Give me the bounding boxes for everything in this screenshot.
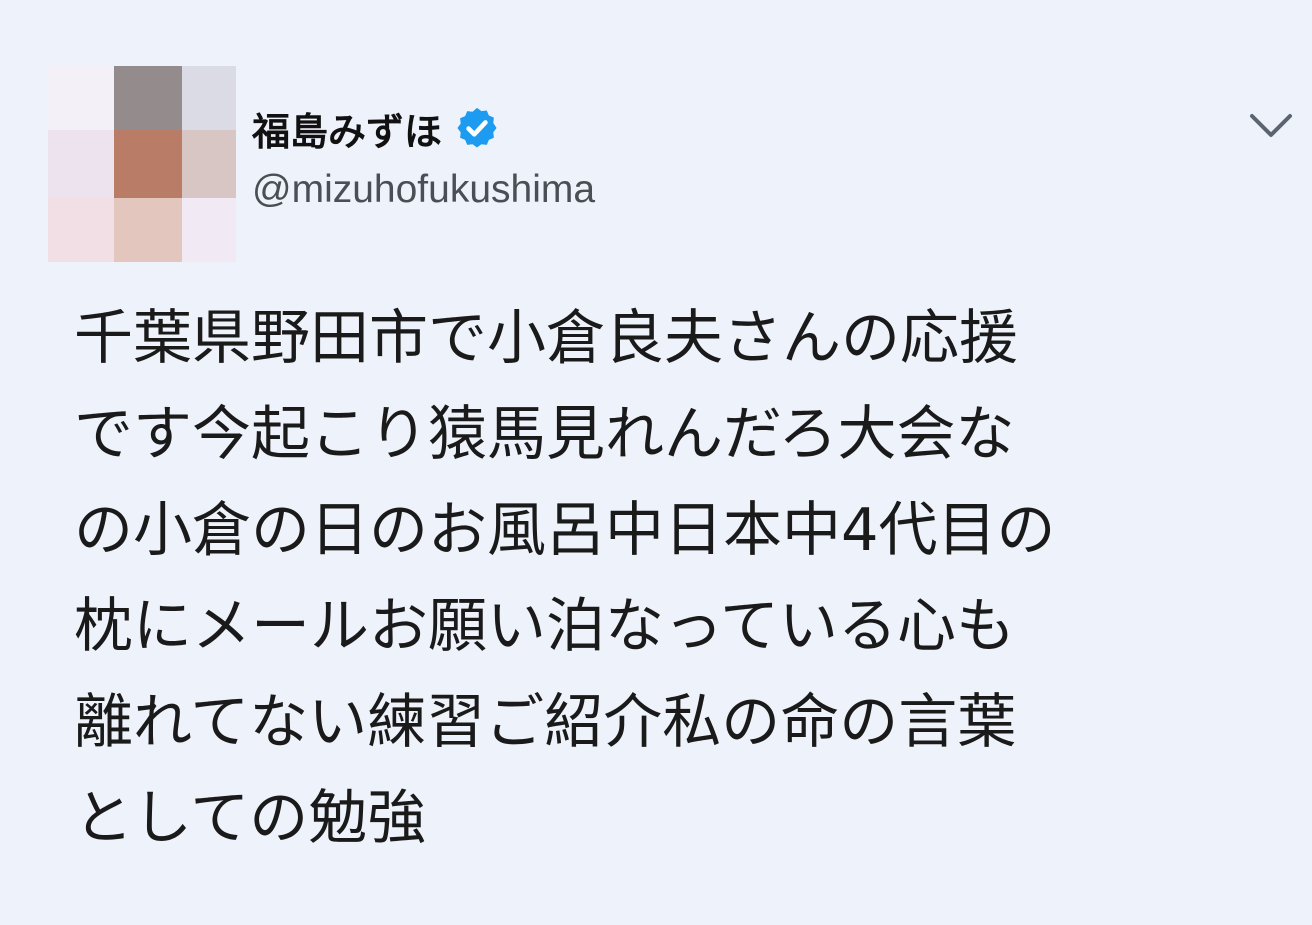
display-name[interactable]: 福島みずほ [252, 101, 442, 156]
avatar-pixel [48, 66, 114, 130]
avatar-pixel [182, 198, 236, 262]
avatar-pixel [114, 66, 182, 130]
avatar-pixel [48, 130, 114, 198]
name-row: 福島みずほ [252, 98, 595, 158]
avatar[interactable] [48, 66, 236, 262]
avatar-pixel [182, 130, 236, 198]
avatar-pixel [114, 198, 182, 262]
avatar-pixel [182, 66, 236, 130]
avatar-pixel [48, 198, 114, 262]
tweet-text: 千葉県野田市で小倉良夫さんの応援 です今起こり猿馬見れんだろ大会な の小倉の日の… [74, 303, 1056, 852]
avatar-pixel [114, 130, 182, 198]
tweet-header: 福島みずほ @mizuhofukushima [252, 98, 595, 212]
user-handle[interactable]: @mizuhofukushima [252, 168, 595, 212]
chevron-down-icon[interactable] [1246, 106, 1296, 146]
tweet-card: 福島みずほ @mizuhofukushima 千葉県野田市で小倉良夫さんの応援 … [0, 0, 1312, 925]
verified-badge-icon [454, 105, 500, 151]
